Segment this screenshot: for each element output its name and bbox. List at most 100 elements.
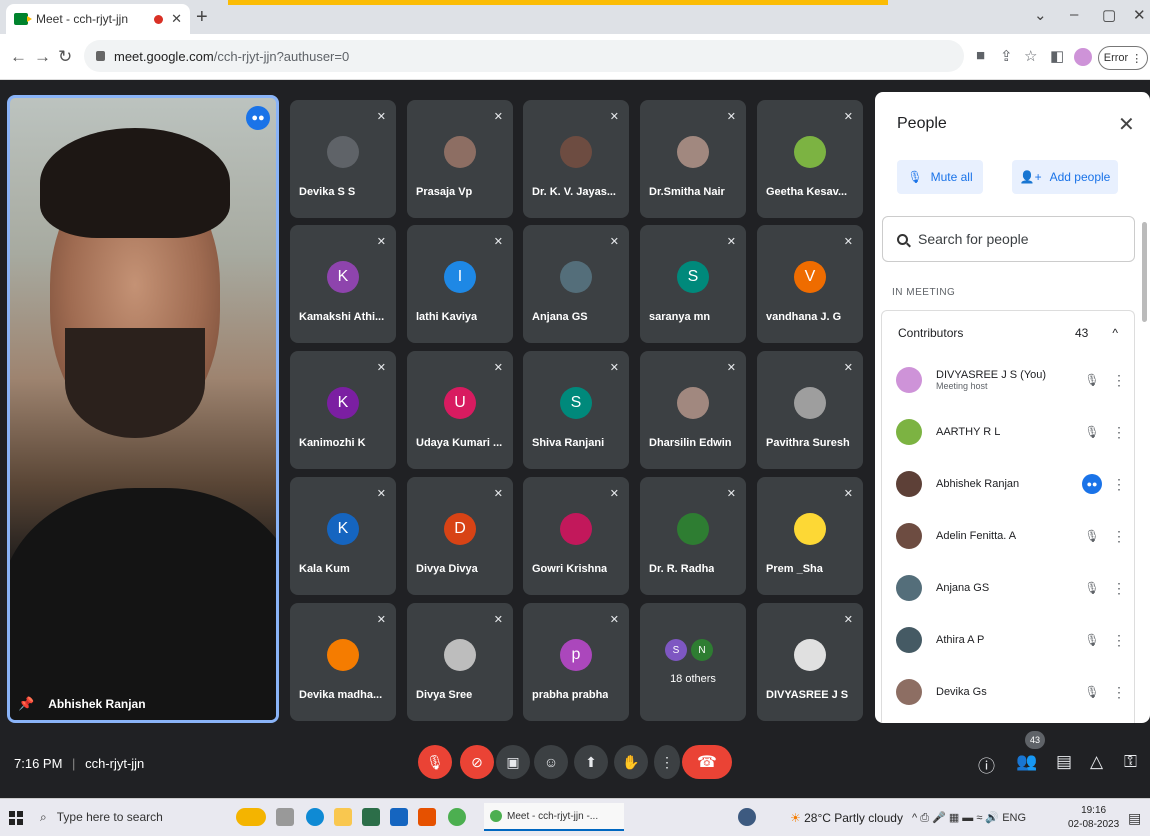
people-row[interactable]: Abhishek Ranjan ●● ⋮ [882,458,1134,510]
participant-tile[interactable]: ✕ Ssaranya mn [640,225,746,343]
taskbar-search-input[interactable]: ⌕ Type here to search [36,801,236,833]
mic-off-icon[interactable]: 🎙 [1080,529,1104,543]
participant-tile[interactable]: ✕ Divya Sree [407,603,513,721]
error-button[interactable]: Error ⋮ [1098,46,1148,70]
mic-off-icon[interactable]: 🎙 [1080,581,1104,595]
camera-toggle-button[interactable]: ⊘ [460,745,494,779]
people-icon[interactable]: 👥 [1016,752,1037,772]
participant-tile[interactable]: ✕ Vvandhana J. G [757,225,863,343]
new-tab-button[interactable]: + [196,6,208,29]
camera-icon[interactable]: ■ [976,47,985,64]
edge-icon[interactable] [306,808,324,826]
reload-button[interactable]: ↻ [58,47,72,67]
add-people-button[interactable]: 👤+ Add people [1012,160,1118,194]
forward-button[interactable]: → [34,47,51,67]
people-row[interactable]: AARTHY R L 🎙 ⋮ [882,406,1134,458]
chrome-icon[interactable] [448,808,466,826]
activities-icon[interactable]: △ [1090,752,1103,772]
more-vert-icon[interactable]: ⋮ [1104,580,1134,597]
participant-tile[interactable]: ✕ Dharsilin Edwin [640,351,746,469]
participant-tile[interactable]: ✕ K Kamakshi Athi... [290,225,396,343]
mail-icon[interactable] [390,808,408,826]
participant-tile[interactable]: ✕ Geetha Kesav... [757,100,863,218]
chevron-up-icon[interactable]: ^ [1112,326,1118,340]
taskbar-clock[interactable]: 19:16 02-08-2023 [1068,804,1119,832]
office-icon[interactable] [418,808,436,826]
participant-tile[interactable]: ✕ K Kala Kum [290,477,396,595]
participant-tile[interactable]: ✕ Gowri Krishna [523,477,629,595]
more-vert-icon[interactable]: ⋮ [1104,632,1134,649]
more-vert-icon[interactable]: ⋮ [1104,372,1134,389]
raise-hand-button[interactable]: ✋ [614,745,648,779]
participant-tile[interactable]: ✕ Anjana GS [523,225,629,343]
url-field[interactable]: meet.google.com/cch-rjyt-jjn?authuser=0 [84,40,964,72]
profile-avatar[interactable] [1074,48,1092,66]
participant-tile[interactable]: ✕ Dr. K. V. Jayas... [523,100,629,218]
back-button[interactable]: ← [10,47,27,67]
host-controls-icon[interactable]: ⚿ [1124,752,1137,772]
participant-tile[interactable]: ✕ Prem _Sha [757,477,863,595]
panel-scrollbar[interactable] [1142,222,1147,322]
minimize-button[interactable]: – [1070,6,1078,23]
file-explorer-icon[interactable] [334,808,352,826]
participant-tile[interactable]: ✕ D Divya Divya [407,477,513,595]
more-vert-icon[interactable]: ⋮ [1104,684,1134,701]
more-options-button[interactable]: ⋮ [654,745,680,779]
pinned-video[interactable]: ●● 📌 Abhishek Ranjan [7,95,279,723]
weather-widget[interactable]: ☀ 28°C Partly cloudy [790,811,903,825]
captions-button[interactable]: ▣ [496,745,530,779]
people-row[interactable]: Anjana GS 🎙 ⋮ [882,562,1134,614]
participant-tile[interactable]: ✕ p prabha prabha [523,603,629,721]
people-search-input[interactable]: Search for people [882,216,1135,262]
store-icon[interactable] [362,808,380,826]
leave-call-button[interactable]: ☎ [682,745,732,779]
mic-off-icon[interactable]: 🎙 [1080,373,1104,387]
mic-off-icon[interactable]: 🎙 [1080,425,1104,439]
more-vert-icon[interactable]: ⋮ [1104,424,1134,441]
notification-icon[interactable]: ▤ [1128,810,1141,827]
people-row[interactable]: Athira A P 🎙 ⋮ [882,614,1134,666]
app-icon[interactable] [738,808,756,826]
search-highlight-icon[interactable] [236,808,266,826]
participant-tile[interactable]: ✕ Dr. R. Radha [640,477,746,595]
close-panel-icon[interactable]: ✕ [1118,112,1135,137]
people-row[interactable]: DIVYASREE J S (You) Meeting host 🎙 ⋮ [882,354,1134,406]
participant-tile[interactable]: ✕ S Shiva Ranjani [523,351,629,469]
mute-all-button[interactable]: 🎙 Mute all [897,160,983,194]
task-view-icon[interactable] [276,808,294,826]
maximize-button[interactable]: ▢ [1102,6,1116,24]
participant-tile[interactable]: ✕ DIVYASREE J S [757,603,863,721]
mic-off-icon[interactable]: 🎙 [1080,685,1104,699]
meet-taskbar-item[interactable]: Meet - cch-rjyt-jjn -... [484,803,624,831]
participant-tile[interactable]: ✕ K Kanimozhi K [290,351,396,469]
more-vert-icon[interactable]: ⋮ [1104,476,1134,493]
contributors-header[interactable]: Contributors 43 ^ [881,310,1135,354]
mic-off-icon[interactable]: 🎙 [1080,633,1104,647]
close-tab-icon[interactable]: ✕ [171,11,182,27]
mic-toggle-button[interactable]: 🎙 [418,745,452,779]
meeting-info-icon[interactable]: ⓘ [978,752,995,777]
participant-tile[interactable]: ✕ Devika S S [290,100,396,218]
tab-search-icon[interactable]: ⌄ [1034,6,1047,24]
participant-tile[interactable]: ✕ Ilathi Kaviya [407,225,513,343]
share-icon[interactable]: ⇪ [1000,47,1013,65]
people-row[interactable]: Adelin Fenitta. A 🎙 ⋮ [882,510,1134,562]
reactions-button[interactable]: ☺ [534,745,568,779]
sidepanel-icon[interactable]: ◧ [1050,47,1064,65]
close-window-button[interactable]: ✕ [1133,6,1146,24]
system-tray[interactable]: ^ ⎙ 🎤 ▦ ▬ ≈ 🔊 ENG [912,811,1026,825]
participant-tile[interactable]: ✕ U Udaya Kumari ... [407,351,513,469]
chat-icon[interactable]: ▤ [1056,752,1072,772]
participant-tile[interactable]: S N 18 others [640,603,746,721]
participant-tile[interactable]: ✕ Prasaja Vp [407,100,513,218]
more-vert-icon[interactable]: ⋮ [1104,528,1134,545]
people-row[interactable]: Devika Gs 🎙 ⋮ [882,666,1134,718]
pin-icon[interactable]: 📌 [18,696,34,712]
participant-tile[interactable]: ✕ Devika madha... [290,603,396,721]
browser-tab[interactable]: Meet - cch-rjyt-jjn ✕ [6,4,190,34]
participant-tile[interactable]: ✕ Dr.Smitha Nair [640,100,746,218]
windows-start-icon[interactable] [9,811,23,825]
participant-tile[interactable]: ✕ Pavithra Suresh [757,351,863,469]
bookmark-star-icon[interactable]: ☆ [1024,47,1037,65]
present-button[interactable]: ⬆ [574,745,608,779]
